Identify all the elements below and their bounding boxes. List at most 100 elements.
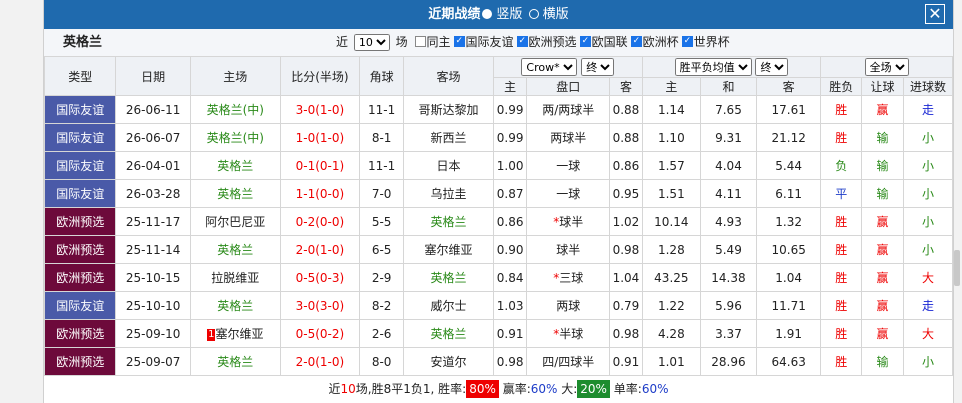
handicap-line-cell: 两球半 [526, 123, 611, 152]
handicap-home-odds-cell: 0.99 [492, 123, 528, 152]
league-checkbox-world-cup[interactable] [681, 28, 693, 55]
home-team-cell[interactable]: 拉脱维亚 [189, 263, 281, 292]
corner-cell: 8-2 [359, 291, 405, 320]
match-type-cell[interactable]: 国际友谊 [43, 123, 117, 152]
match-type-cell[interactable]: 欧洲预选 [43, 347, 117, 376]
match-type-cell[interactable]: 欧洲预选 [43, 235, 117, 264]
handicap-away-odds-cell: 0.86 [609, 151, 643, 180]
header-away: 客场 [403, 56, 494, 96]
away-team-cell[interactable]: 威尔士 [403, 291, 494, 320]
odds-avg-select[interactable]: 胜平负均值 [674, 58, 752, 76]
away-team-cell[interactable]: 新西兰 [403, 123, 494, 152]
horizontal-radio[interactable] [528, 9, 539, 19]
handicap-result-cell: 输 [861, 347, 904, 376]
home-team-cell[interactable]: 英格兰 [189, 179, 281, 208]
score-cell: 1-0(1-0) [279, 123, 361, 152]
game-count-select[interactable]: 10 [353, 34, 390, 51]
goals-result-cell: 小 [902, 123, 954, 152]
table-row[interactable]: 欧洲预选 25-09-07 英格兰 2-0(1-0) 8-0 安道尔 0.98 四/四球半 0.… [43, 347, 954, 376]
handicap-away-odds-cell: 0.88 [609, 123, 643, 152]
table-row[interactable]: 欧洲预选 25-11-17 阿尔巴尼亚 0-2(0-0) 5-5 英格兰 0.86 *球半 1.… [43, 207, 954, 236]
table-row[interactable]: 国际友谊 26-06-07 英格兰(中) 1-0(1-0) 8-1 新西兰 0.99 两球半 0… [43, 123, 954, 152]
away-win-odds-cell: 1.91 [756, 319, 822, 348]
header-sub-away-odds: 客 [756, 77, 822, 96]
table-row[interactable]: 国际友谊 26-03-28 英格兰 1-1(0-0) 7-0 乌拉圭 0.87 一球 0.95 1… [43, 179, 954, 208]
handicap-line-cell: 球半 [526, 235, 611, 264]
away-win-odds-cell: 21.12 [756, 123, 822, 152]
header-goals: 进球数 [902, 77, 954, 96]
table-row[interactable]: 欧洲预选 25-11-14 英格兰 2-0(1-0) 6-5 塞尔维亚 0.90 球半 0.98… [43, 235, 954, 264]
away-win-odds-cell: 5.44 [756, 151, 822, 180]
home-team-cell[interactable]: 英格兰(中) [189, 123, 281, 152]
match-type-cell[interactable]: 国际友谊 [43, 291, 117, 320]
close-button[interactable]: ✕ [925, 4, 945, 24]
home-team-cell[interactable]: 英格兰(中) [189, 95, 281, 124]
home-team-cell[interactable]: 阿尔巴尼亚 [189, 207, 281, 236]
handicap-away-odds-cell: 1.04 [609, 263, 643, 292]
home-team-cell[interactable]: 英格兰 [189, 291, 281, 320]
table-row[interactable]: 国际友谊 25-10-10 英格兰 3-0(3-0) 8-2 威尔士 1.03 两球 0.79 1… [43, 291, 954, 320]
away-team-cell[interactable]: 哥斯达黎加 [403, 95, 494, 124]
draw-odds-cell: 4.04 [699, 151, 758, 180]
handicap-home-odds-cell: 0.90 [492, 235, 528, 264]
match-type-cell[interactable]: 欧洲预选 [43, 263, 117, 292]
match-type-cell[interactable]: 欧洲预选 [43, 207, 117, 236]
vertical-radio[interactable] [482, 9, 493, 19]
home-team-cell[interactable]: 英格兰 [189, 347, 281, 376]
header-type: 类型 [43, 56, 117, 96]
odds-final-select[interactable]: 终 [755, 58, 789, 76]
league-checkbox-euro-cup[interactable] [630, 28, 642, 55]
away-win-odds-cell: 17.61 [756, 95, 822, 124]
date-cell: 26-04-01 [115, 151, 191, 180]
result-cell: 胜 [820, 263, 863, 292]
same-home-checkbox[interactable] [414, 36, 426, 47]
corner-cell: 2-6 [359, 319, 405, 348]
panel-title: 近期战绩 [428, 7, 481, 22]
header-scope-group: 全场 [820, 56, 953, 78]
company-select[interactable]: Crow* [521, 58, 578, 76]
handicap-final-select[interactable]: 终 [581, 58, 615, 76]
home-team-cell[interactable]: 英格兰 [189, 151, 281, 180]
score-cell: 3-0(1-0) [279, 95, 361, 124]
home-team-cell[interactable]: 英格兰 [189, 235, 281, 264]
table-row[interactable]: 国际友谊 26-04-01 英格兰 0-1(0-1) 11-1 日本 1.00 一球 0.86 1… [43, 151, 954, 180]
draw-odds-cell: 5.49 [699, 235, 758, 264]
match-type-cell[interactable]: 国际友谊 [43, 95, 117, 124]
result-cell: 平 [820, 179, 863, 208]
table-row[interactable]: 欧洲预选 25-09-10 1塞尔维亚 0-5(0-2) 2-6 英格兰 0.91 *半球 0.… [43, 319, 954, 348]
league-checkbox-friendly[interactable] [453, 28, 465, 55]
home-team-cell[interactable]: 1塞尔维亚 [189, 319, 281, 348]
scrollbar-thumb[interactable] [954, 250, 960, 286]
match-type-cell[interactable]: 国际友谊 [43, 179, 117, 208]
same-home-label: 同主 [426, 35, 451, 49]
away-team-cell[interactable]: 塞尔维亚 [403, 235, 494, 264]
corner-cell: 8-1 [359, 123, 405, 152]
away-team-cell[interactable]: 日本 [403, 151, 494, 180]
scope-select[interactable]: 全场 [864, 58, 909, 76]
away-team-cell[interactable]: 安道尔 [403, 347, 494, 376]
league-checkbox-nations-league[interactable] [579, 28, 591, 55]
away-team-cell[interactable]: 英格兰 [403, 207, 494, 236]
away-team-cell[interactable]: 英格兰 [403, 263, 494, 292]
match-type-cell[interactable]: 欧洲预选 [43, 319, 117, 348]
draw-odds-cell: 7.65 [699, 95, 758, 124]
away-team-cell[interactable]: 英格兰 [403, 319, 494, 348]
header-handicap-result: 让球 [861, 77, 904, 96]
table-row[interactable]: 国际友谊 26-06-11 英格兰(中) 3-0(1-0) 11-1 哥斯达黎加 0.99 两… [43, 95, 954, 124]
header-home: 主场 [189, 56, 281, 96]
horizontal-label[interactable]: 横版 [543, 7, 569, 22]
league-checkbox-euro-qual[interactable] [516, 28, 528, 55]
header-sub-draw-odds: 和 [699, 77, 758, 96]
results-table: 类型 日期 主场 比分(半场) 角球 客场 Crow* 终 胜平负均值 终 全场 [43, 56, 954, 376]
home-win-odds-cell: 1.14 [641, 95, 701, 124]
handicap-away-odds-cell: 0.98 [609, 319, 643, 348]
handicap-line-cell: *球半 [526, 207, 611, 236]
vertical-label[interactable]: 竖版 [496, 7, 522, 22]
away-team-cell[interactable]: 乌拉圭 [403, 179, 494, 208]
table-row[interactable]: 欧洲预选 25-10-15 拉脱维亚 0-5(0-3) 2-9 英格兰 0.84 *三球 1.0… [43, 263, 954, 292]
result-cell: 胜 [820, 207, 863, 236]
away-win-odds-cell: 1.32 [756, 207, 822, 236]
goals-result-cell: 小 [902, 207, 954, 236]
handicap-line-cell: *半球 [526, 319, 611, 348]
match-type-cell[interactable]: 国际友谊 [43, 151, 117, 180]
